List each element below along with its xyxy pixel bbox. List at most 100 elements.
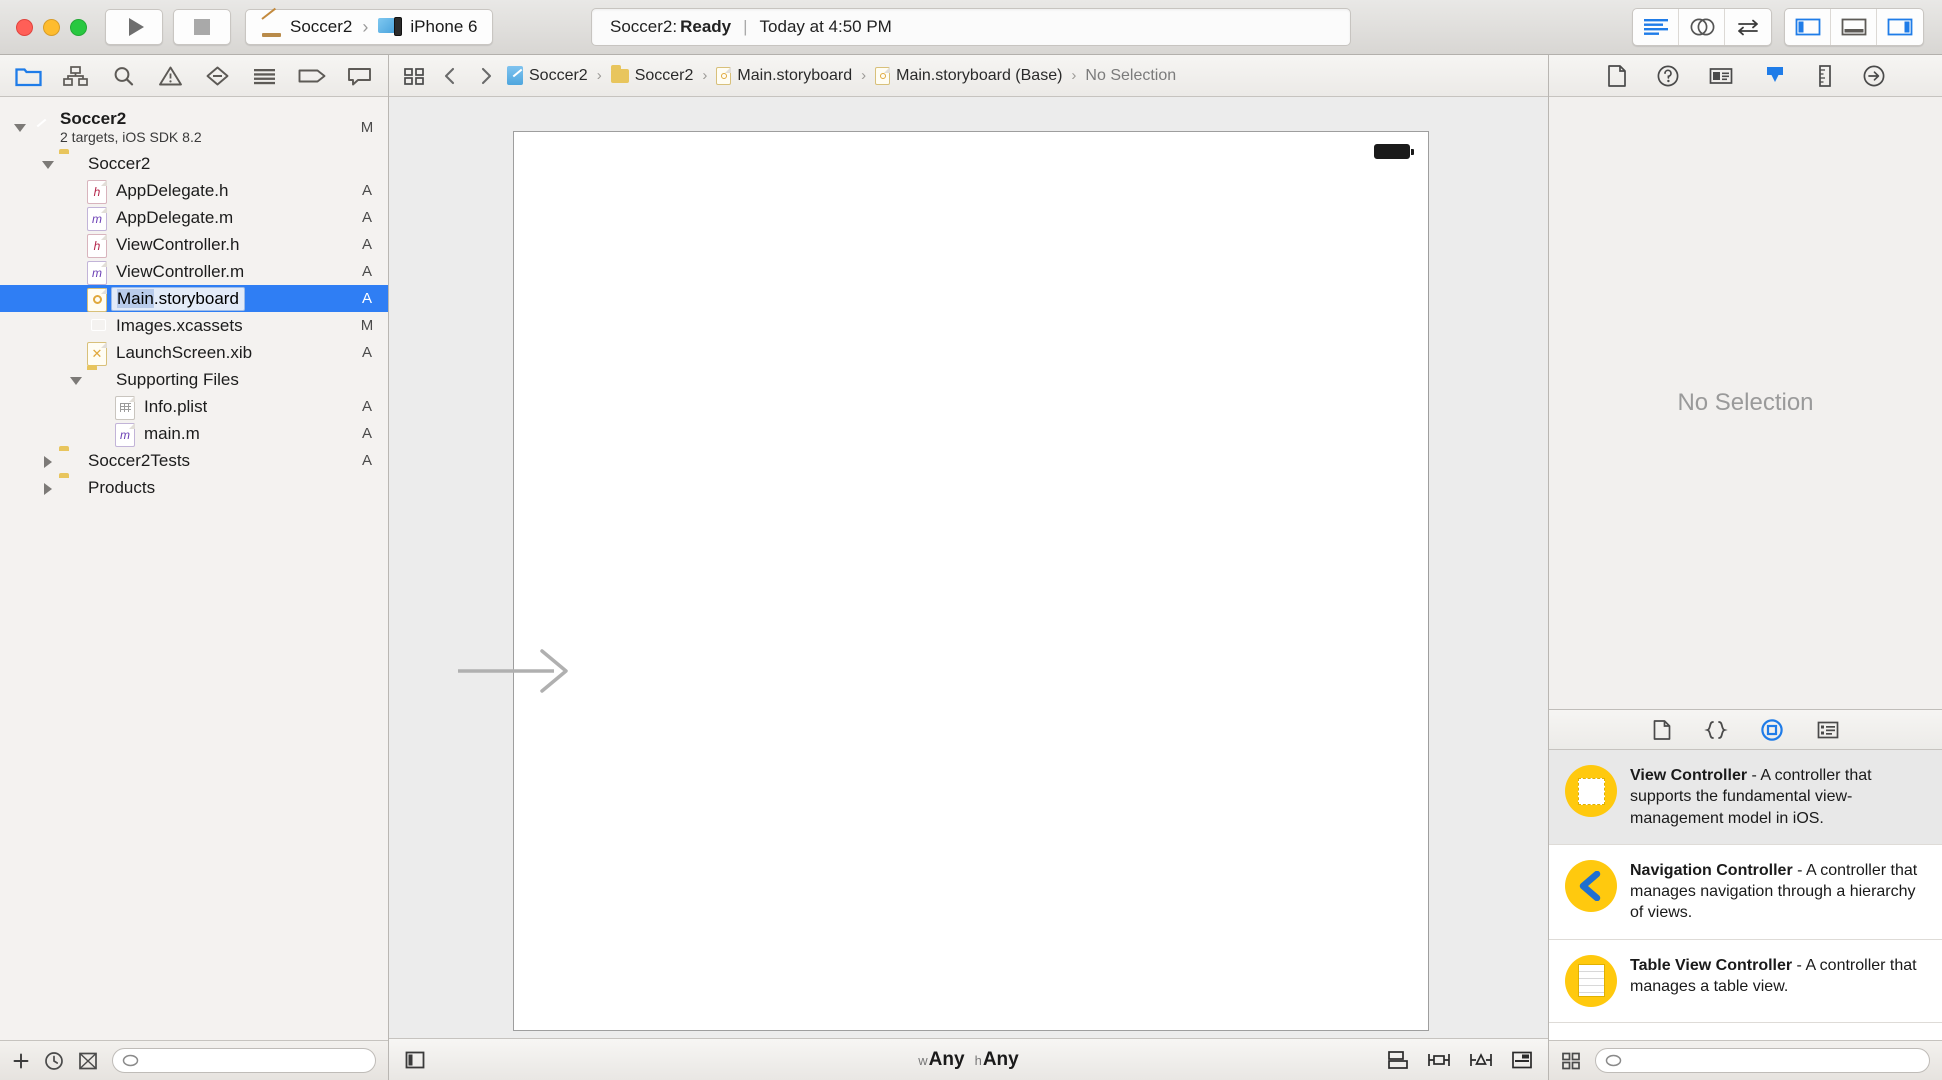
file-inspector-tab[interactable]	[1606, 64, 1628, 88]
sidebar-item-breakpoint-navigator[interactable]	[290, 59, 335, 93]
toggle-navigator-button[interactable]	[1785, 9, 1831, 45]
attributes-inspector-tab[interactable]	[1762, 64, 1788, 88]
align-button[interactable]	[1386, 1049, 1410, 1071]
file-tree-row[interactable]: Supporting Files	[0, 366, 388, 393]
status-separator: |	[743, 17, 747, 37]
sidebar-item-debug-navigator[interactable]	[242, 59, 287, 93]
file-tree-row[interactable]: Images.xcassetsM	[0, 312, 388, 339]
library-item[interactable]: View Controller - A controller that supp…	[1549, 750, 1942, 845]
code-snippet-library-tab[interactable]	[1704, 719, 1728, 741]
recent-files-button[interactable]	[44, 1051, 64, 1071]
sidebar-item-report-navigator[interactable]	[337, 59, 382, 93]
size-class-control[interactable]: wAny hAny	[918, 1049, 1018, 1071]
media-library-tab[interactable]	[1816, 720, 1840, 740]
resolve-autolayout-issues-button[interactable]	[1468, 1049, 1494, 1071]
quick-help-inspector-tab[interactable]	[1656, 64, 1680, 88]
stop-button[interactable]	[173, 9, 231, 45]
sidebar-item-issue-navigator[interactable]	[148, 59, 193, 93]
breadcrumb-folder-icon	[611, 69, 629, 83]
project-subtitle: 2 targets, iOS SDK 8.2	[60, 129, 202, 146]
sidebar-item-project-navigator[interactable]	[6, 59, 51, 93]
file-tree-row[interactable]: Soccer2TestsA	[0, 447, 388, 474]
disclosure-triangle-open[interactable]	[40, 156, 56, 172]
run-button[interactable]	[105, 9, 163, 45]
folder-icon	[59, 477, 81, 499]
library-layout-button[interactable]	[1561, 1051, 1581, 1071]
navigator-filter-input[interactable]	[145, 1053, 366, 1069]
file-tree-row[interactable]: Main.storyboardA	[0, 285, 388, 312]
storyboard-canvas[interactable]	[389, 97, 1548, 1038]
file-name-label: Supporting Files	[116, 370, 239, 390]
library-item[interactable]: Table View Controller - A controller tha…	[1549, 940, 1942, 1023]
file-name-label: main.m	[144, 424, 200, 444]
add-file-button[interactable]	[12, 1052, 30, 1070]
pin-button[interactable]	[1426, 1049, 1452, 1071]
library-item-title: Navigation Controller	[1630, 862, 1793, 879]
file-tree-row[interactable]: hViewController.hA	[0, 231, 388, 258]
navigator-filter-field[interactable]	[112, 1048, 376, 1073]
scheme-selector[interactable]: Soccer2 › iPhone 6	[245, 9, 493, 45]
file-tree-row[interactable]: hAppDelegate.hA	[0, 177, 388, 204]
project-name: Soccer2	[60, 109, 202, 129]
related-items-button[interactable]	[399, 62, 429, 90]
size-inspector-tab[interactable]	[1816, 64, 1834, 88]
breadcrumb-item-2[interactable]: Main.storyboard	[737, 67, 852, 85]
object-library-tab[interactable]	[1760, 718, 1784, 742]
disclosure-triangle-open[interactable]	[12, 119, 28, 135]
navigate-forward-button[interactable]	[471, 62, 501, 90]
breadcrumb-separator: ›	[702, 67, 707, 84]
rename-text-field[interactable]: Main.storyboard	[111, 287, 245, 311]
view-controller-icon	[1565, 765, 1617, 817]
toggle-document-outline-button[interactable]	[403, 1050, 427, 1070]
object-library-list[interactable]: View Controller - A controller that supp…	[1549, 750, 1942, 1040]
library-filter-field[interactable]	[1595, 1048, 1930, 1073]
assistant-editor-button[interactable]	[1679, 9, 1725, 45]
hammer-icon	[260, 17, 282, 37]
toggle-debug-area-button[interactable]	[1831, 9, 1877, 45]
sidebar-item-symbol-navigator[interactable]	[53, 59, 98, 93]
file-tree-row[interactable]: Info.plistA	[0, 393, 388, 420]
storyboard-file-icon	[87, 288, 109, 310]
connections-inspector-tab[interactable]	[1862, 64, 1886, 88]
minimize-window-button[interactable]	[43, 19, 60, 36]
file-tree-row[interactable]: ✕LaunchScreen.xibA	[0, 339, 388, 366]
disclosure-triangle-closed[interactable]	[40, 453, 56, 469]
disclosure-spacer	[68, 237, 84, 253]
disclosure-triangle-closed[interactable]	[40, 480, 56, 496]
breadcrumb-item-0[interactable]: Soccer2	[529, 67, 588, 85]
file-tree-row[interactable]: Soccer22 targets, iOS SDK 8.2M	[0, 104, 388, 150]
library-item[interactable]: Navigation Controller - A controller tha…	[1549, 845, 1942, 940]
breadcrumb-item-4[interactable]: No Selection	[1085, 67, 1176, 85]
file-tree-row[interactable]: mViewController.mA	[0, 258, 388, 285]
version-editor-button[interactable]	[1725, 9, 1771, 45]
source-control-filter-button[interactable]	[78, 1051, 98, 1071]
library-tab-bar	[1549, 710, 1942, 750]
sidebar-item-find-navigator[interactable]	[101, 59, 146, 93]
toggle-utilities-button[interactable]	[1877, 9, 1923, 45]
breadcrumb-item-1[interactable]: Soccer2	[635, 67, 694, 85]
breadcrumb-item-3[interactable]: Main.storyboard (Base)	[896, 67, 1062, 85]
breadcrumb-separator: ›	[861, 67, 866, 84]
library-item-text: Table View Controller - A controller tha…	[1630, 955, 1928, 998]
close-window-button[interactable]	[16, 19, 33, 36]
disclosure-spacer	[68, 291, 84, 307]
disclosure-triangle-open[interactable]	[68, 372, 84, 388]
window-controls	[16, 19, 87, 36]
sidebar-item-test-navigator[interactable]	[195, 59, 240, 93]
file-tree-row[interactable]: Products	[0, 474, 388, 501]
file-tree-row[interactable]: mmain.mA	[0, 420, 388, 447]
file-tree-row[interactable]: Soccer2	[0, 150, 388, 177]
maximize-window-button[interactable]	[70, 19, 87, 36]
navigate-back-button[interactable]	[435, 62, 465, 90]
library-filter-input[interactable]	[1628, 1053, 1920, 1069]
size-class-width-prefix: w	[918, 1053, 927, 1068]
file-template-library-tab[interactable]	[1652, 719, 1672, 741]
source-control-status: A	[356, 263, 378, 280]
file-tree-row[interactable]: mAppDelegate.mA	[0, 204, 388, 231]
project-file-tree[interactable]: Soccer22 targets, iOS SDK 8.2MSoccer2hAp…	[0, 97, 388, 1040]
view-controller-scene[interactable]	[513, 131, 1429, 1031]
identity-inspector-tab[interactable]	[1708, 65, 1734, 87]
standard-editor-button[interactable]	[1633, 9, 1679, 45]
resizing-behavior-button[interactable]	[1510, 1049, 1534, 1071]
breadcrumb[interactable]: Soccer2 › Soccer2 › Main.storyboard › Ma…	[507, 66, 1176, 85]
